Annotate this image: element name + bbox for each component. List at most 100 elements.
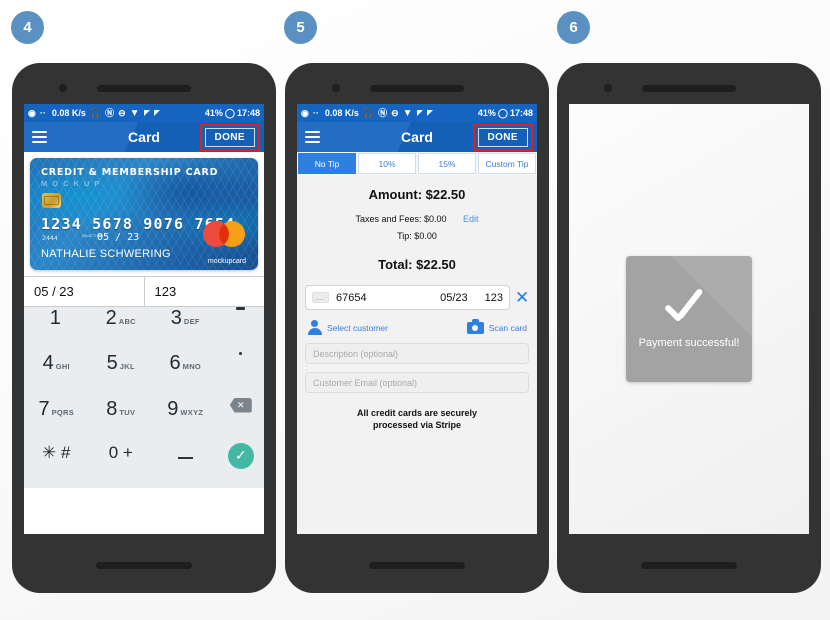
battery-circle-icon: ◯: [224, 107, 235, 118]
front-camera-icon: [59, 84, 67, 92]
wifi-icon: ▼: [129, 107, 140, 119]
hamburger-menu-icon[interactable]: [32, 131, 47, 143]
key-star-hash-label: ✳ #: [42, 442, 71, 462]
battery-percent-label: 41%: [204, 107, 223, 118]
backspace-glyph: ✕: [236, 399, 245, 410]
key-zero-plus[interactable]: 0 +: [89, 443, 154, 488]
tip-option-10[interactable]: 10%: [358, 153, 416, 174]
cvc-field[interactable]: 123: [143, 277, 265, 306]
clock-label: 17:48: [236, 107, 260, 118]
key-3-digit: 3: [170, 307, 182, 329]
stripe-security-note: All credit cards are securely processed …: [305, 407, 529, 431]
key-confirm[interactable]: ✓: [218, 442, 264, 488]
select-customer-button[interactable]: Select customer: [307, 320, 388, 335]
key-backspace[interactable]: ✕: [218, 397, 264, 443]
key-3-letters: DEF: [183, 317, 200, 326]
front-camera-icon: [604, 84, 612, 92]
success-toast-label: Payment successful!: [638, 337, 740, 349]
card-expiry-input[interactable]: 05/23: [440, 292, 468, 304]
overflow-dots-icon: ··: [39, 107, 46, 118]
key-8-letters: TUV: [119, 407, 136, 417]
taxes-label: Taxes and Fees: $0.00: [355, 214, 447, 224]
battery-percent-label: 41%: [477, 107, 496, 118]
clear-card-button[interactable]: ✕: [515, 289, 529, 306]
earpiece-speaker: [370, 85, 464, 92]
wifi-icon: ▼: [402, 107, 413, 119]
card-number-input[interactable]: 67654: [336, 292, 367, 304]
select-customer-label: Select customer: [327, 322, 388, 333]
checkmark-icon: [662, 289, 716, 329]
tip-selector: No Tip 10% 15% Custom Tip: [297, 152, 537, 175]
done-annotation-box: DONE: [472, 123, 533, 151]
headphone-icon: 🎧: [89, 107, 102, 118]
key-6-digit: 6: [169, 352, 181, 375]
scan-card-label: Scan card: [488, 322, 527, 333]
card-title: CREDIT & MEMBERSHIP CARD: [41, 167, 219, 178]
network-speed-label: 0.08 K/s: [51, 108, 86, 118]
front-camera-icon: [332, 84, 340, 92]
spiral-logo-icon: ◉: [28, 107, 36, 118]
card-holder-name: NATHALIE SCHWERING: [41, 248, 171, 260]
key-9[interactable]: 9 WXYZ: [153, 398, 218, 443]
earpiece-speaker: [97, 85, 191, 92]
nfc-icon: Ⓝ: [105, 107, 115, 118]
home-indicator-bar: [369, 562, 465, 569]
dash-key-icon: [236, 307, 246, 310]
step-badge-5-number: 5: [296, 19, 305, 36]
do-not-disturb-icon: ⊖: [391, 107, 399, 118]
key-underscore[interactable]: [153, 443, 218, 488]
app-bar-step-5: Card DONE: [297, 122, 537, 152]
card-entry-row: 67654 05/23 123 ✕: [305, 285, 529, 310]
underscore-key-icon: [177, 456, 193, 459]
key-2-letters: ABC: [118, 317, 136, 326]
hamburger-menu-icon[interactable]: [305, 131, 320, 143]
key-3[interactable]: 3 DEF: [153, 307, 218, 352]
check-confirm-icon: ✓: [227, 442, 254, 469]
scan-card-button[interactable]: Scan card: [466, 318, 527, 334]
card-brand-label: mockupcard: [207, 258, 246, 265]
signal-bars-icon-2: [153, 110, 160, 116]
tip-option-15[interactable]: 15%: [418, 153, 476, 174]
key-1[interactable]: 1: [24, 307, 89, 352]
tip-option-no-tip[interactable]: No Tip: [298, 153, 356, 174]
nfc-icon: Ⓝ: [378, 107, 388, 118]
credit-card-graphic: CREDIT & MEMBERSHIP CARD MOCKUP 1234 567…: [30, 158, 258, 270]
key-8[interactable]: 8 TUV: [89, 398, 154, 443]
payment-summary: Amount: $22.50 Taxes and Fees: $0.00 Edi…: [297, 175, 537, 534]
card-expiry: 05 / 23: [97, 232, 140, 243]
key-dash[interactable]: [218, 307, 264, 352]
android-status-bar: ◉ ·· 0.08 K/s 🎧 Ⓝ ⊖ ▼ 41% ◯ 17:48: [297, 104, 537, 122]
description-input[interactable]: Description (optional): [305, 343, 529, 364]
done-annotation-box: DONE: [199, 123, 260, 151]
done-button[interactable]: DONE: [477, 127, 528, 147]
phone-screen-step-6: Payment successful!: [569, 104, 809, 534]
dot-key-icon: [239, 352, 243, 356]
card-small-number: 2444: [42, 234, 58, 242]
key-5[interactable]: 5 JKL: [89, 352, 154, 397]
key-4[interactable]: 4 GHI: [24, 352, 89, 397]
total-label: Total: $22.50: [378, 257, 456, 272]
key-7[interactable]: 7 PQRS: [24, 398, 89, 443]
tip-option-custom[interactable]: Custom Tip: [478, 153, 536, 174]
success-toast: Payment successful!: [626, 256, 752, 382]
key-4-letters: GHI: [55, 362, 70, 372]
card-detail-fields: 05 / 23 123: [24, 276, 264, 307]
signal-bars-icon-2: [426, 110, 433, 116]
key-6[interactable]: 6 MNO: [153, 352, 218, 397]
card-cvc-input[interactable]: 123: [485, 292, 503, 304]
screenshot-stage: 4 5 6 ◉ ·· 0.08 K/s 🎧 Ⓝ ⊖ ▼ 41% ◯ 17:48 …: [0, 0, 830, 620]
key-9-digit: 9: [167, 397, 179, 420]
done-button[interactable]: DONE: [204, 127, 255, 147]
expiry-field[interactable]: 05 / 23: [24, 277, 144, 306]
app-bar-step-4: Card DONE: [24, 122, 264, 152]
key-dot[interactable]: [218, 352, 264, 397]
customer-email-input[interactable]: Customer Email (optional): [305, 372, 529, 393]
key-2[interactable]: 2 ABC: [89, 307, 154, 352]
key-star-hash[interactable]: ✳ #: [24, 443, 89, 488]
card-entry-field[interactable]: 67654 05/23 123: [305, 285, 510, 310]
taxes-row: Taxes and Fees: $0.00 Edit: [305, 214, 529, 224]
step-badge-6: 6: [557, 11, 590, 44]
mastercard-icon: [203, 221, 245, 247]
key-1-digit: 1: [49, 307, 61, 329]
edit-taxes-link[interactable]: Edit: [463, 214, 479, 224]
